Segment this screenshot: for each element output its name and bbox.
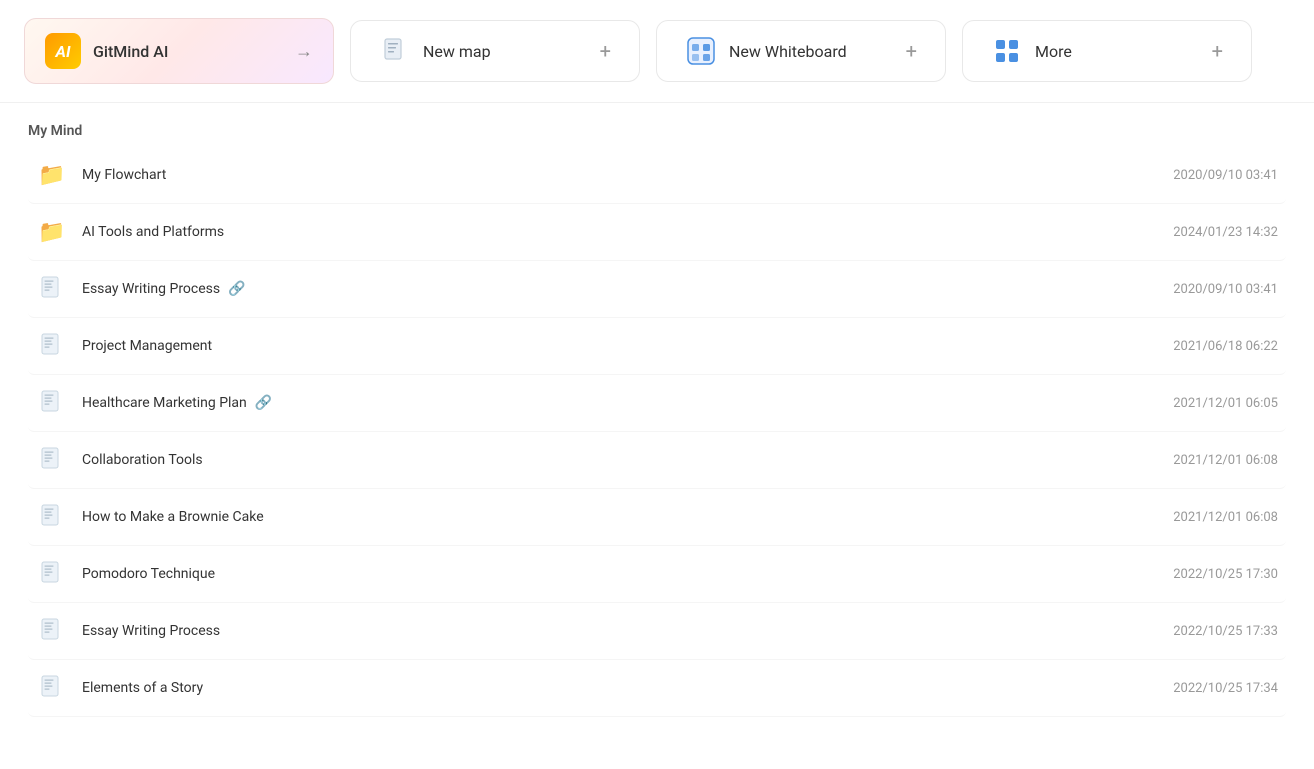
file-date: 2022/10/25 17:30: [1098, 567, 1278, 582]
file-name: My Flowchart: [82, 167, 1098, 183]
file-row[interactable]: Pomodoro Technique 2022/10/25 17:30: [28, 546, 1286, 603]
file-name: Collaboration Tools: [82, 452, 1098, 468]
file-list: 📁 My Flowchart 2020/09/10 03:41 📁 AI Too…: [28, 147, 1286, 717]
map-icon: [36, 444, 68, 476]
file-row[interactable]: Collaboration Tools 2021/12/01 06:08: [28, 432, 1286, 489]
map-icon: [36, 330, 68, 362]
file-date: 2021/12/01 06:08: [1098, 453, 1278, 468]
gitmind-logo: AI: [45, 33, 81, 69]
map-icon: [36, 615, 68, 647]
more-card[interactable]: More +: [962, 20, 1252, 82]
file-row[interactable]: 📁 My Flowchart 2020/09/10 03:41: [28, 147, 1286, 204]
main-content: My Mind 📁 My Flowchart 2020/09/10 03:41 …: [0, 103, 1314, 737]
gitmind-ai-card[interactable]: AI GitMind AI →: [24, 18, 334, 84]
map-icon: [36, 501, 68, 533]
more-plus-icon: +: [1212, 39, 1223, 63]
section-title: My Mind: [28, 123, 1286, 139]
file-name: Elements of a Story: [82, 680, 1098, 696]
new-whiteboard-label: New Whiteboard: [729, 42, 894, 61]
more-label: More: [1035, 42, 1200, 61]
file-date: 2024/01/23 14:32: [1098, 225, 1278, 240]
map-icon: [36, 558, 68, 590]
file-name: Pomodoro Technique: [82, 566, 1098, 582]
file-date: 2022/10/25 17:34: [1098, 681, 1278, 696]
share-icon: 🔗: [255, 395, 272, 411]
new-whiteboard-icon: [685, 35, 717, 67]
file-name: AI Tools and Platforms: [82, 224, 1098, 240]
file-name: Healthcare Marketing Plan🔗: [82, 395, 1098, 411]
map-icon: [36, 273, 68, 305]
map-icon: [36, 387, 68, 419]
file-row[interactable]: Essay Writing Process🔗 2020/09/10 03:41: [28, 261, 1286, 318]
file-name: Project Management: [82, 338, 1098, 354]
new-map-plus-icon: +: [600, 39, 611, 63]
new-map-label: New map: [423, 42, 588, 61]
file-row[interactable]: Essay Writing Process 2022/10/25 17:33: [28, 603, 1286, 660]
file-row[interactable]: Elements of a Story 2022/10/25 17:34: [28, 660, 1286, 717]
new-whiteboard-card[interactable]: New Whiteboard +: [656, 20, 946, 82]
file-date: 2021/12/01 06:05: [1098, 396, 1278, 411]
file-date: 2022/10/25 17:33: [1098, 624, 1278, 639]
folder-icon: 📁: [36, 159, 68, 191]
more-icon: [991, 35, 1023, 67]
folder-icon: 📁: [36, 216, 68, 248]
map-icon: [36, 672, 68, 704]
new-map-card[interactable]: New map +: [350, 20, 640, 82]
file-name: Essay Writing Process: [82, 623, 1098, 639]
file-date: 2021/12/01 06:08: [1098, 510, 1278, 525]
file-date: 2020/09/10 03:41: [1098, 282, 1278, 297]
file-row[interactable]: Project Management 2021/06/18 06:22: [28, 318, 1286, 375]
file-name: Essay Writing Process🔗: [82, 281, 1098, 297]
gitmind-title: GitMind AI: [93, 42, 168, 61]
file-row[interactable]: How to Make a Brownie Cake 2021/12/01 06…: [28, 489, 1286, 546]
new-whiteboard-plus-icon: +: [906, 39, 917, 63]
share-icon: 🔗: [228, 281, 245, 297]
file-name: How to Make a Brownie Cake: [82, 509, 1098, 525]
file-date: 2021/06/18 06:22: [1098, 339, 1278, 354]
top-bar: AI GitMind AI → New map +: [0, 0, 1314, 103]
new-map-icon: [379, 35, 411, 67]
arrow-icon: →: [295, 41, 313, 62]
file-row[interactable]: 📁 AI Tools and Platforms 2024/01/23 14:3…: [28, 204, 1286, 261]
gitmind-left: AI GitMind AI: [45, 33, 168, 69]
file-date: 2020/09/10 03:41: [1098, 168, 1278, 183]
file-row[interactable]: Healthcare Marketing Plan🔗 2021/12/01 06…: [28, 375, 1286, 432]
